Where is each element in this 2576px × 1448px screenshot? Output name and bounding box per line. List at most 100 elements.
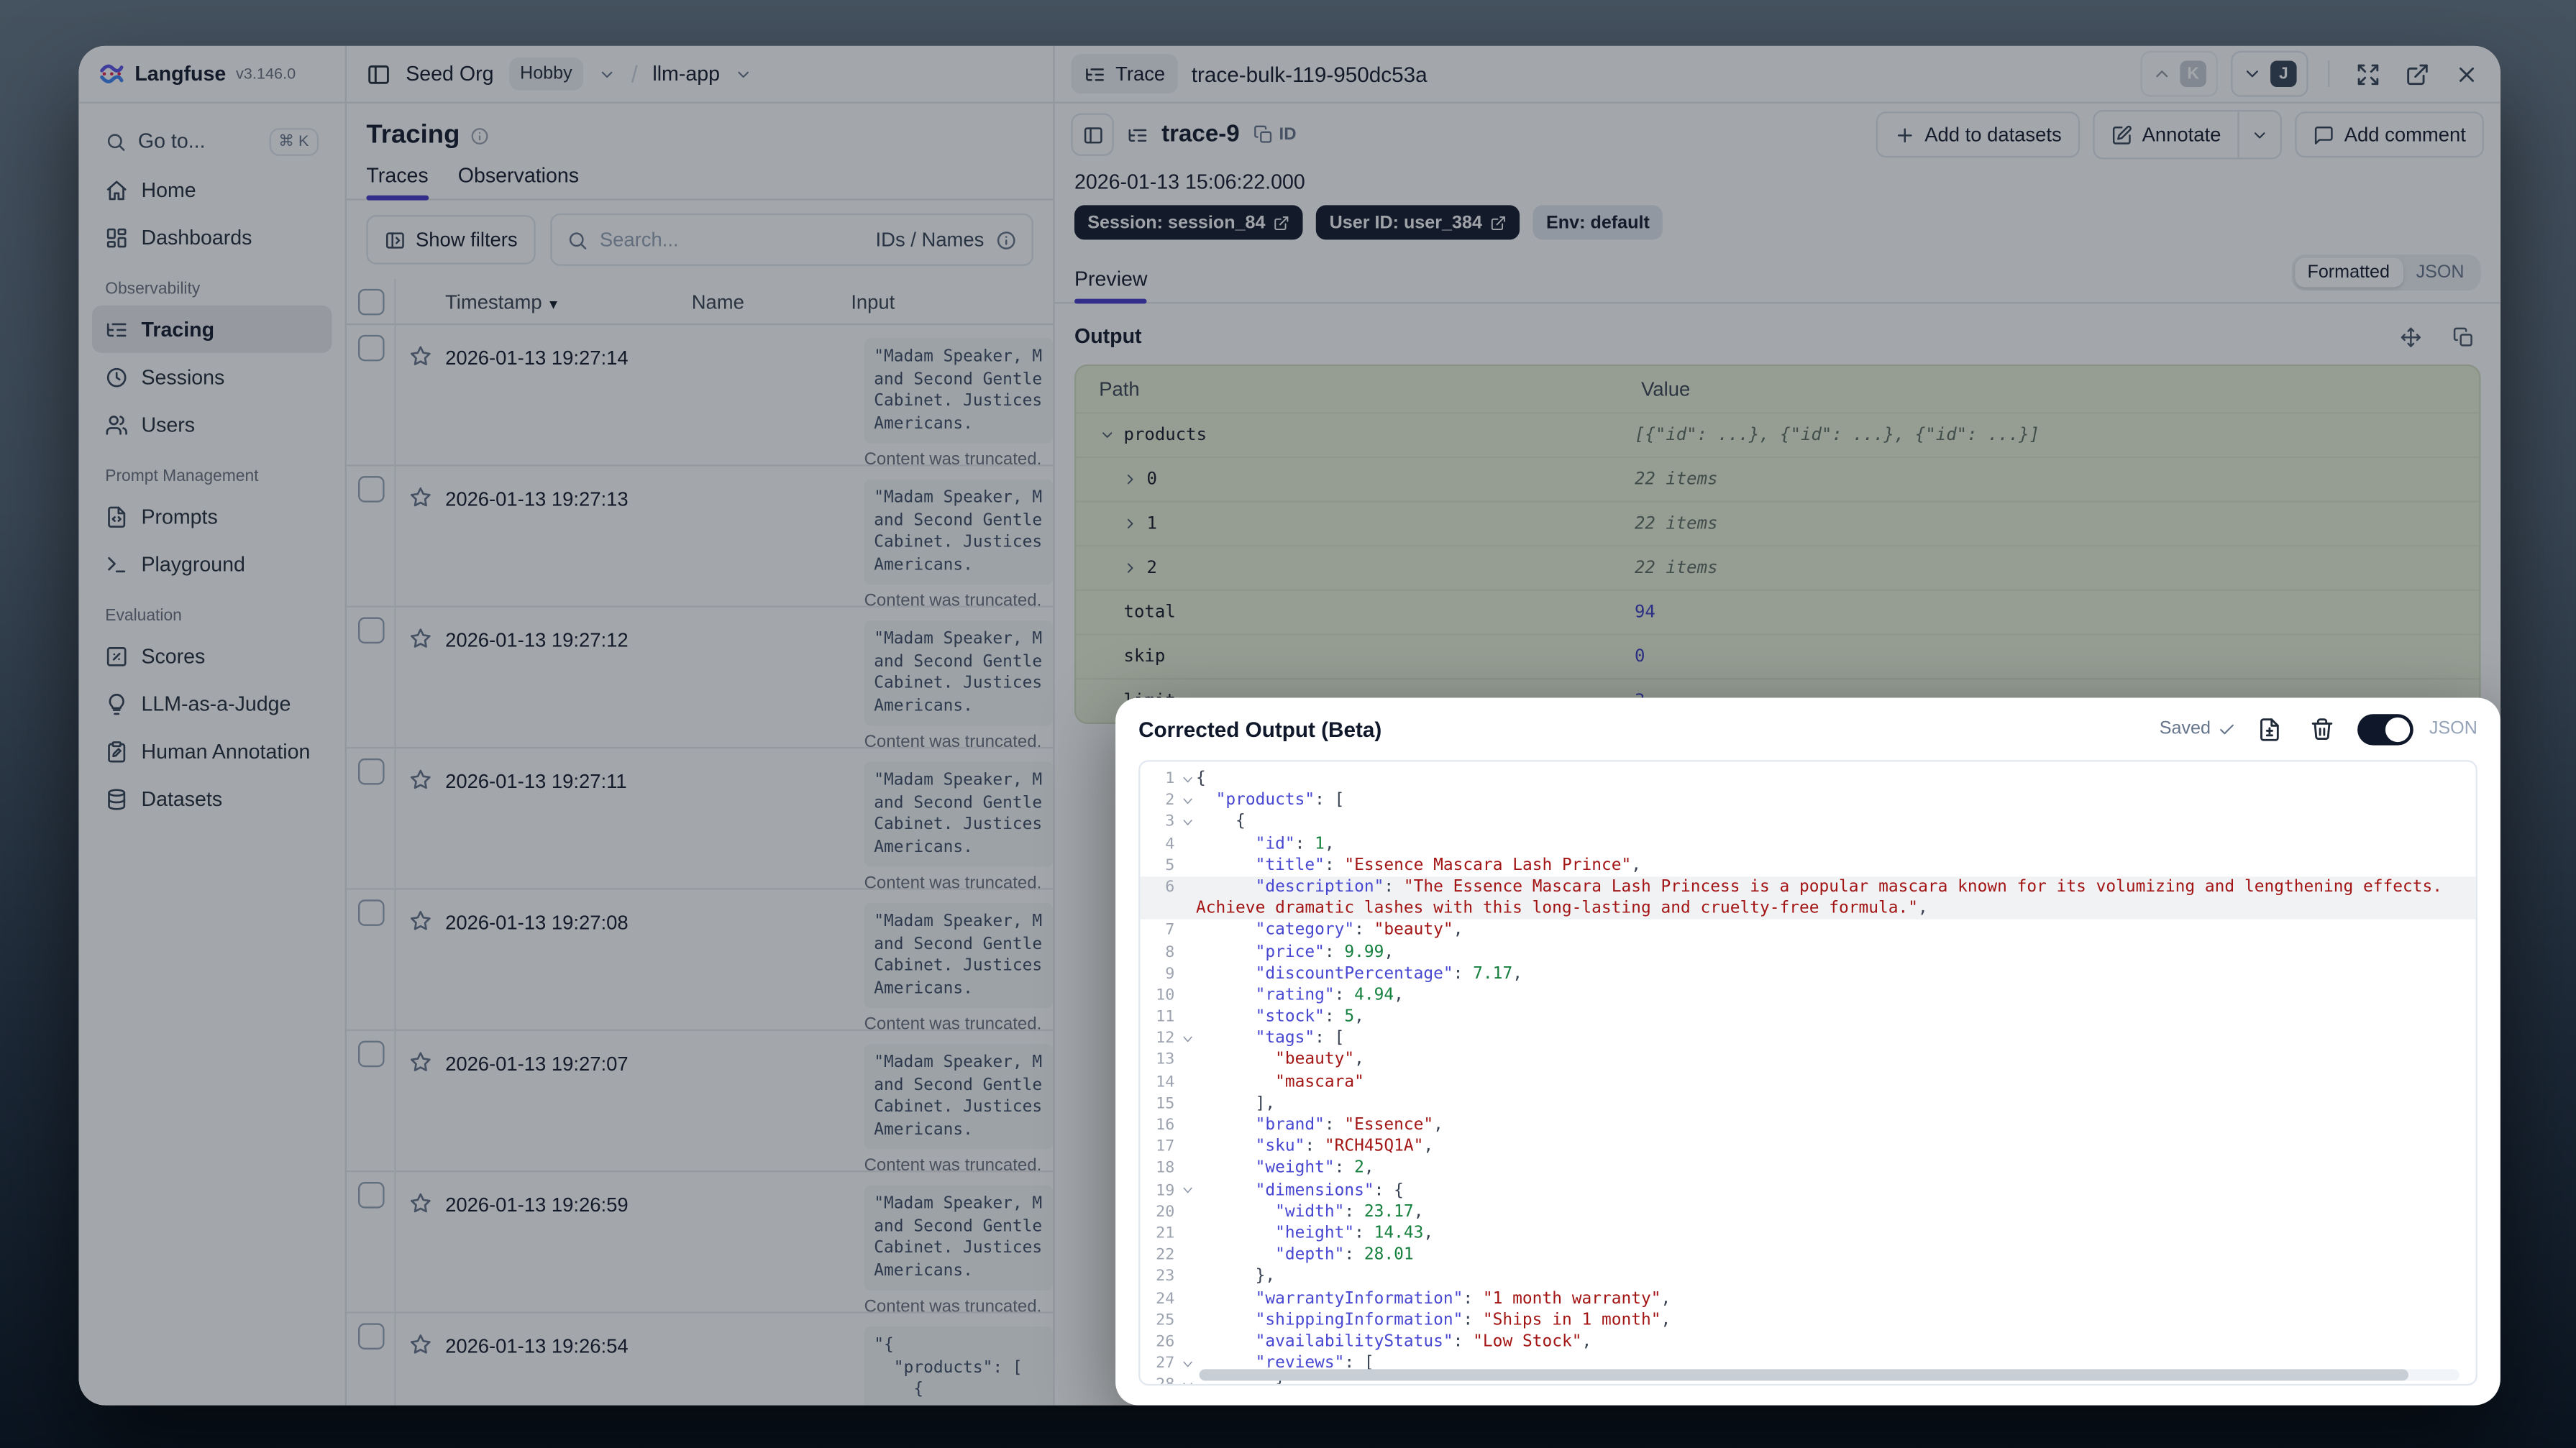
code-line-3[interactable]: 3 { [1140, 812, 2475, 833]
delete-button[interactable] [2304, 711, 2340, 747]
code-line-7[interactable]: 7 "category": "beauty", [1140, 920, 2475, 941]
table-row[interactable]: 2026-01-13 19:27:07 "Madam Speaker, Mand … [347, 1030, 1054, 1181]
select-all-checkbox[interactable] [357, 288, 384, 315]
chevron-down-icon[interactable] [1099, 427, 1115, 444]
show-filters-button[interactable]: Show filters [366, 215, 536, 265]
annotate-dropdown-button[interactable] [2237, 111, 2280, 158]
search-scope-label[interactable]: IDs / Names [876, 228, 985, 251]
fold-chevron-icon[interactable] [1178, 813, 1196, 831]
bookmark-star-icon[interactable] [409, 345, 432, 368]
code-line-26[interactable]: 26 "availabilityStatus": "Low Stock", [1140, 1332, 2475, 1353]
nav-prev-button[interactable]: K [2140, 50, 2218, 97]
search-input[interactable]: Search... IDs / Names [550, 213, 1033, 266]
bookmark-star-icon[interactable] [409, 1333, 432, 1356]
code-line-20[interactable]: 20 "width": 23.17, [1140, 1201, 2475, 1223]
row-checkbox[interactable] [357, 334, 384, 362]
row-checkbox[interactable] [357, 476, 384, 503]
output-row[interactable]: 1 22 items [1076, 503, 2480, 547]
add-comment-button[interactable]: Add comment [2295, 111, 2485, 158]
project-name[interactable]: llm-app [652, 63, 720, 86]
sidebar-item-home[interactable]: Home [92, 166, 332, 214]
code-line-18[interactable]: 18 "weight": 2, [1140, 1158, 2475, 1180]
badge-session[interactable]: Session: session_84 [1074, 205, 1304, 240]
drag-output-button[interactable] [2392, 319, 2428, 354]
sidebar-item-dashboards[interactable]: Dashboards [92, 214, 332, 261]
code-line-17[interactable]: 17 "sku": "RCH45Q1A", [1140, 1137, 2475, 1158]
goto-search[interactable]: Go to... ⌘ K [92, 116, 332, 166]
table-row[interactable]: 2026-01-13 19:27:11 "Madam Speaker, Mand … [347, 748, 1054, 899]
tab-observations[interactable]: Observations [458, 164, 579, 198]
sidebar-item-sessions[interactable]: Sessions [92, 353, 332, 400]
row-checkbox[interactable] [357, 617, 384, 644]
tab-traces[interactable]: Traces [366, 164, 429, 201]
code-line-22[interactable]: 22 "depth": 28.01 [1140, 1245, 2475, 1266]
output-row[interactable]: 0 22 items [1076, 458, 2480, 503]
add-to-datasets-button[interactable]: Add to datasets [1875, 111, 2080, 158]
sidebar-item-playground[interactable]: Playground [92, 540, 332, 587]
sidebar-item-llm-as-a-judge[interactable]: LLM-as-a-Judge [92, 679, 332, 727]
col-name[interactable]: Name [692, 290, 851, 313]
code-line-15[interactable]: 15 ], [1140, 1093, 2475, 1114]
code-line-10[interactable]: 10 "rating": 4.94, [1140, 985, 2475, 1007]
bookmark-star-icon[interactable] [409, 1050, 432, 1073]
table-row[interactable]: 2026-01-13 19:27:12 "Madam Speaker, Mand … [347, 607, 1054, 757]
sidebar-item-human-annotation[interactable]: Human Annotation [92, 728, 332, 775]
table-row[interactable]: 2026-01-13 19:27:14 "Madam Speaker, Mand … [347, 325, 1054, 475]
code-line-23[interactable]: 23 }, [1140, 1266, 2475, 1288]
sidebar-toggle-icon[interactable] [366, 62, 390, 86]
close-button[interactable] [2448, 56, 2484, 92]
diff-button[interactable] [2252, 711, 2288, 747]
sidebar-item-tracing[interactable]: Tracing [91, 305, 332, 353]
code-line-8[interactable]: 8 "price": 9.99, [1140, 942, 2475, 963]
fold-chevron-icon[interactable] [1178, 792, 1196, 810]
row-checkbox[interactable] [357, 1323, 384, 1350]
output-row[interactable]: total 94 [1076, 591, 2480, 636]
expand-button[interactable] [2349, 56, 2385, 92]
code-line-9[interactable]: 9 "discountPercentage": 7.17, [1140, 963, 2475, 985]
table-row[interactable]: 2026-01-13 19:27:08 "Madam Speaker, Mand … [347, 889, 1054, 1040]
bookmark-star-icon[interactable] [409, 1192, 432, 1215]
chevron-right-icon[interactable] [1122, 471, 1138, 487]
bookmark-star-icon[interactable] [409, 769, 432, 792]
chevron-right-icon[interactable] [1122, 515, 1138, 532]
horizontal-scrollbar[interactable] [1199, 1369, 2459, 1381]
code-line-12[interactable]: 12 "tags": [ [1140, 1028, 2475, 1050]
code-line-25[interactable]: 25 "shippingInformation": "Ships in 1 mo… [1140, 1309, 2475, 1331]
fold-chevron-icon[interactable] [1178, 1355, 1196, 1373]
code-line-19[interactable]: 19 "dimensions": { [1140, 1180, 2475, 1201]
chevron-down-icon[interactable] [735, 65, 753, 83]
format-option-json[interactable]: JSON [2403, 257, 2477, 287]
row-checkbox[interactable] [357, 758, 384, 785]
table-row[interactable]: 2026-01-13 19:26:59 "Madam Speaker, Mand … [347, 1172, 1054, 1322]
table-row[interactable]: 2026-01-13 19:27:13 "Madam Speaker, Mand … [347, 466, 1054, 616]
sidebar-item-scores[interactable]: Scores [92, 632, 332, 679]
bookmark-star-icon[interactable] [409, 486, 432, 509]
fold-chevron-icon[interactable] [1178, 1030, 1196, 1048]
annotate-button[interactable]: Annotate [2094, 111, 2237, 157]
sidebar-item-users[interactable]: Users [92, 400, 332, 448]
sidebar-item-datasets[interactable]: Datasets [92, 775, 332, 822]
row-checkbox[interactable] [357, 899, 384, 926]
bookmark-star-icon[interactable] [409, 909, 432, 933]
json-editor[interactable]: 1{2 "products": [3 {4 "id": 1, 5 "title":… [1138, 760, 2477, 1386]
col-input[interactable]: Input [851, 290, 1053, 313]
output-row[interactable]: products [{"id": ...}, {"id": ...}, {"id"… [1076, 413, 2480, 459]
code-line-21[interactable]: 21 "height": 14.43, [1140, 1223, 2475, 1245]
output-row[interactable]: skip 0 [1076, 636, 2480, 680]
fold-chevron-icon[interactable] [1178, 1376, 1196, 1384]
format-option-formatted[interactable]: Formatted [2294, 257, 2403, 288]
nav-next-button[interactable]: J [2231, 50, 2308, 97]
fold-chevron-icon[interactable] [1178, 1181, 1196, 1199]
copy-id-button[interactable]: ID [1253, 125, 1297, 145]
chevron-right-icon[interactable] [1122, 560, 1138, 577]
code-line-1[interactable]: 1{ [1140, 769, 2475, 790]
open-in-new-button[interactable] [2398, 56, 2434, 92]
code-line-24[interactable]: 24 "warrantyInformation": "1 month warra… [1140, 1288, 2475, 1309]
output-row[interactable]: 2 22 items [1076, 546, 2480, 592]
json-toggle[interactable] [2357, 713, 2413, 745]
info-icon[interactable] [995, 229, 1017, 251]
code-line-16[interactable]: 16 "brand": "Essence", [1140, 1114, 2475, 1136]
code-line-4[interactable]: 4 "id": 1, [1140, 833, 2475, 855]
code-line-2[interactable]: 2 "products": [ [1140, 790, 2475, 812]
info-icon[interactable] [470, 127, 489, 146]
